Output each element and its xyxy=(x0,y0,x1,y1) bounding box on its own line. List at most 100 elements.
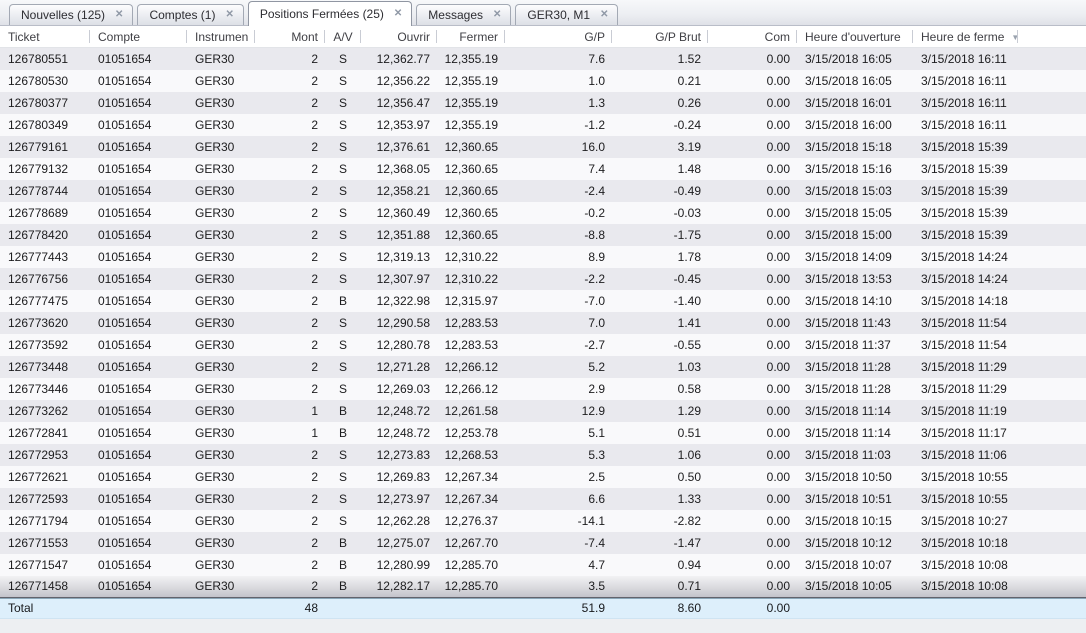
column-header-mont[interactable]: Mont xyxy=(255,26,325,47)
cell-heure_ferme: 3/15/2018 15:39 xyxy=(921,140,1008,154)
cell-ouvrir: 12,280.99 xyxy=(376,558,430,572)
table-row[interactable]: 126780349 01051654 GER30 2 S 12,353.97 12,355.… xyxy=(0,114,1086,136)
cell-gp: 8.9 xyxy=(588,250,605,264)
total-cell-ouvrir xyxy=(361,599,437,618)
cell-ticket: 126772593 xyxy=(8,492,69,506)
cell-ouvrir: 12,273.97 xyxy=(376,492,430,506)
cell-gp_brut: 1.03 xyxy=(677,360,701,374)
column-header-gp_brut[interactable]: G/P Brut xyxy=(612,26,708,47)
column-header-ticket[interactable]: Ticket xyxy=(0,26,90,47)
column-header-com[interactable]: Com xyxy=(708,26,797,47)
cell-ticket: 126773446 xyxy=(8,382,69,396)
table-row[interactable]: 126780377 01051654 GER30 2 S 12,356.47 12,355.… xyxy=(0,92,1086,114)
cell-fermer: 12,310.22 xyxy=(444,250,498,264)
cell-av: S xyxy=(338,228,347,242)
table-row[interactable]: 126776756 01051654 GER30 2 S 12,307.97 12,310.… xyxy=(0,268,1086,290)
table-row[interactable]: 126777443 01051654 GER30 2 S 12,319.13 12,310.… xyxy=(0,246,1086,268)
cell-heure_ferme: 3/15/2018 11:29 xyxy=(921,360,1007,374)
cell-heure_ferme: 3/15/2018 11:29 xyxy=(921,382,1007,396)
cell-compte: 01051654 xyxy=(98,96,152,110)
cell-heure_ferme: 3/15/2018 11:54 xyxy=(921,316,1007,330)
table-row[interactable]: 126772621 01051654 GER30 2 S 12,269.83 12,267.… xyxy=(0,466,1086,488)
cell-heure_ouverture: 3/15/2018 16:05 xyxy=(805,52,892,66)
cell-heure_ferme: 3/15/2018 14:24 xyxy=(921,250,1008,264)
column-header-heure_ferme[interactable]: Heure de ferme ▼ xyxy=(913,26,1018,47)
table-row[interactable]: 126778744 01051654 GER30 2 S 12,358.21 12,360.… xyxy=(0,180,1086,202)
tab-close-icon[interactable]: ✕ xyxy=(600,10,608,20)
table-row[interactable]: 126772841 01051654 GER30 1 B 12,248.72 12,253.… xyxy=(0,422,1086,444)
column-header-label: G/P Brut xyxy=(655,30,701,44)
tab-positions-fermees[interactable]: Positions Fermées (25) ✕ xyxy=(247,1,413,26)
cell-gp_brut: 0.21 xyxy=(677,74,701,88)
cell-compte: 01051654 xyxy=(98,162,152,176)
cell-compte: 01051654 xyxy=(98,52,152,66)
table-row[interactable]: 126771794 01051654 GER30 2 S 12,262.28 12,276.… xyxy=(0,510,1086,532)
cell-ticket: 126773620 xyxy=(8,316,69,330)
table-row[interactable]: 126772953 01051654 GER30 2 S 12,273.83 12,268.… xyxy=(0,444,1086,466)
table-row[interactable]: 126773448 01051654 GER30 2 S 12,271.28 12,266.… xyxy=(0,356,1086,378)
tab-close-icon[interactable]: ✕ xyxy=(493,10,501,20)
column-header-ouvrir[interactable]: Ouvrir xyxy=(361,26,437,47)
cell-av: B xyxy=(338,426,347,440)
table-row[interactable]: 126771553 01051654 GER30 2 B 12,275.07 12,267.… xyxy=(0,532,1086,554)
cell-mont: 2 xyxy=(311,52,318,66)
tab-messages[interactable]: Messages ✕ xyxy=(416,4,512,25)
cell-mont: 2 xyxy=(311,184,318,198)
cell-av: S xyxy=(338,206,347,220)
cell-gp_brut: 0.94 xyxy=(677,558,701,572)
cell-gp_brut: -1.75 xyxy=(673,228,701,242)
cell-mont: 1 xyxy=(311,404,318,418)
column-header-compte[interactable]: Compte xyxy=(90,26,187,47)
cell-av: S xyxy=(338,492,347,506)
column-header-av[interactable]: A/V xyxy=(325,26,361,47)
table-row[interactable]: 126773262 01051654 GER30 1 B 12,248.72 12,261.… xyxy=(0,400,1086,422)
table-row[interactable]: 126778420 01051654 GER30 2 S 12,351.88 12,360.… xyxy=(0,224,1086,246)
table-row[interactable]: 126779161 01051654 GER30 2 S 12,376.61 12,360.… xyxy=(0,136,1086,158)
cell-com: 0.00 xyxy=(766,96,790,110)
cell-gp_brut: 1.52 xyxy=(677,52,701,66)
cell-fermer: 12,360.65 xyxy=(444,206,498,220)
cell-heure_ferme: 3/15/2018 16:11 xyxy=(921,118,1007,132)
table-row[interactable]: 126772593 01051654 GER30 2 S 12,273.97 12,267.… xyxy=(0,488,1086,510)
table-row[interactable]: 126778689 01051654 GER30 2 S 12,360.49 12,360.… xyxy=(0,202,1086,224)
tab-comptes[interactable]: Comptes (1) ✕ xyxy=(137,4,244,25)
column-header-gp[interactable]: G/P xyxy=(505,26,612,47)
tab-close-icon[interactable]: ✕ xyxy=(394,9,402,19)
cell-compte: 01051654 xyxy=(98,294,152,308)
column-header-label: Instrumen xyxy=(195,30,249,44)
table-row[interactable]: 126771547 01051654 GER30 2 B 12,280.99 12,285.… xyxy=(0,554,1086,576)
cell-gp_brut: -0.03 xyxy=(673,206,701,220)
cell-instrument: GER30 xyxy=(195,140,235,154)
column-header-heure_ouverture[interactable]: Heure d'ouverture xyxy=(797,26,913,47)
table-row[interactable]: 126773620 01051654 GER30 2 S 12,290.58 12,283.… xyxy=(0,312,1086,334)
tab-close-icon[interactable]: ✕ xyxy=(225,10,233,20)
column-header-instrument[interactable]: Instrumen xyxy=(187,26,255,47)
tab-nouvelles[interactable]: Nouvelles (125) ✕ xyxy=(9,4,134,25)
cell-heure_ferme: 3/15/2018 16:11 xyxy=(921,74,1007,88)
cell-instrument: GER30 xyxy=(195,514,235,528)
table-row[interactable]: 126779132 01051654 GER30 2 S 12,368.05 12,360.… xyxy=(0,158,1086,180)
cell-gp: 1.3 xyxy=(588,96,605,110)
cell-com: 0.00 xyxy=(766,184,790,198)
cell-gp: -1.2 xyxy=(584,118,605,132)
total-cell-mont: 48 xyxy=(304,601,318,615)
table-row[interactable]: 126780530 01051654 GER30 2 S 12,356.22 12,355.… xyxy=(0,70,1086,92)
cell-instrument: GER30 xyxy=(195,470,235,484)
total-cell-fermer xyxy=(437,599,505,618)
cell-gp: -7.0 xyxy=(584,294,605,308)
tab-label: Positions Fermées (25) xyxy=(259,7,384,21)
cell-compte: 01051654 xyxy=(98,206,152,220)
cell-ouvrir: 12,356.22 xyxy=(376,74,430,88)
column-header-fermer[interactable]: Fermer xyxy=(437,26,505,47)
table-row[interactable]: 126780551 01051654 GER30 2 S 12,362.77 12,355.… xyxy=(0,48,1086,70)
cell-ticket: 126773592 xyxy=(8,338,69,352)
cell-fermer: 12,266.12 xyxy=(444,360,498,374)
tab-ger30-m1[interactable]: GER30, M1 ✕ xyxy=(515,4,619,25)
table-row[interactable]: 126771458 01051654 GER30 2 B 12,282.17 12,285.… xyxy=(0,576,1086,598)
tab-close-icon[interactable]: ✕ xyxy=(115,10,123,20)
table-row[interactable]: 126777475 01051654 GER30 2 B 12,322.98 12,315.… xyxy=(0,290,1086,312)
cell-instrument: GER30 xyxy=(195,250,235,264)
table-row[interactable]: 126773446 01051654 GER30 2 S 12,269.03 12,266.… xyxy=(0,378,1086,400)
cell-compte: 01051654 xyxy=(98,448,152,462)
table-row[interactable]: 126773592 01051654 GER30 2 S 12,280.78 12,283.… xyxy=(0,334,1086,356)
